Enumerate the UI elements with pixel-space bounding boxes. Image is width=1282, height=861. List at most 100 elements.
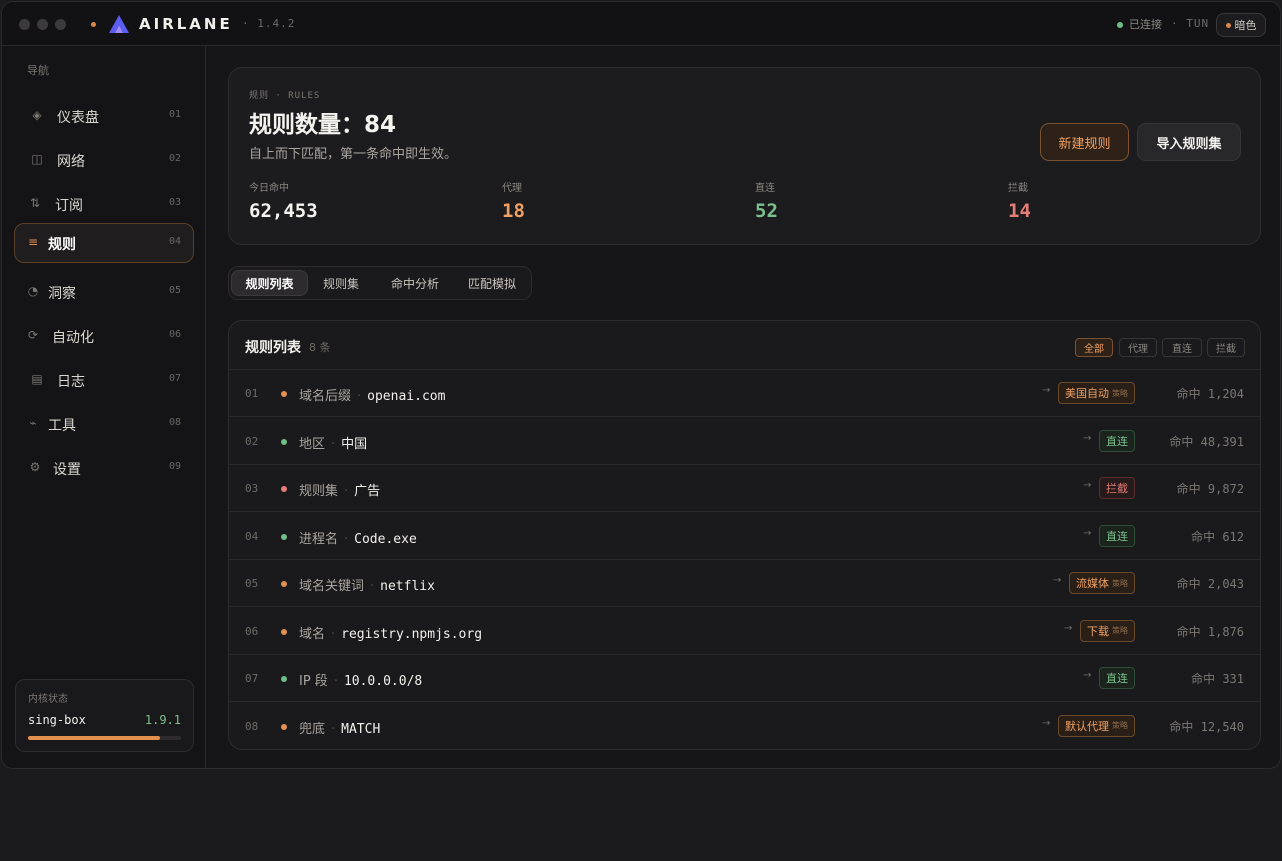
table-row[interactable]: 06 域名 · registry.npmjs.org → 下载 策略 命中 1,876: [229, 608, 1260, 655]
network-icon: ◫: [31, 152, 43, 166]
row-number: 05: [245, 577, 259, 590]
policy-tag-label: 流媒体: [1076, 577, 1109, 590]
filter-chip-3[interactable]: 拦截: [1207, 338, 1245, 357]
sidebar-item-settings[interactable]: ⚙ 设置 09: [14, 448, 194, 488]
sidebar-item-number: 03: [168, 197, 181, 208]
kernel-status-card: 内核状态 sing-box 1.9.1: [15, 679, 194, 752]
page-subtitle: 自上而下匹配，第一条命中即生效。: [249, 147, 458, 162]
kernel-status-title: 内核状态: [28, 694, 68, 705]
rule-value: Code.exe: [354, 531, 417, 547]
sidebar-item-log[interactable]: ▤ 日志 07: [14, 360, 194, 400]
policy-tag[interactable]: 流媒体 策略: [1069, 572, 1135, 594]
sidebar-item-automation[interactable]: ⟳ 自动化 06: [14, 316, 194, 356]
row-status-dot: [281, 676, 287, 682]
table-row[interactable]: 07 IP 段 · 10.0.0.0/8 → 直连 命中 331: [229, 655, 1260, 702]
filter-chip-2[interactable]: 直连: [1162, 338, 1202, 357]
table-row[interactable]: 08 兜底 · MATCH → 默认代理 策略 命中 12,540: [229, 703, 1260, 750]
table-header: 规则列表 8 条 全部 代理 直连 拦截: [229, 321, 1260, 370]
tab-1[interactable]: 规则集: [310, 270, 372, 296]
policy-tag-sub: 策略: [1112, 721, 1128, 730]
row-status-dot: [281, 723, 287, 730]
separator: ·: [370, 579, 375, 594]
policy-tag[interactable]: 默认代理 策略: [1058, 714, 1135, 737]
stat-label: 拦截: [1008, 183, 1028, 194]
hit-count: 命中 331: [1191, 672, 1244, 686]
rule-type: 地区: [299, 436, 326, 452]
table-row[interactable]: 05 域名关键词 · netflix → 流媒体 策略 命中 2,043: [229, 560, 1260, 607]
table-row[interactable]: 03 规则集 · 广告 → 拦截 命中 9,872: [229, 465, 1260, 512]
rule-type: 兜底: [299, 721, 326, 737]
row-status-dot: [281, 533, 287, 540]
rule-match: 域名关键词 · netflix: [299, 575, 435, 594]
stat-label: 今日命中: [249, 183, 289, 194]
import-ruleset-button[interactable]: 导入规则集: [1137, 123, 1241, 161]
policy-tag-label: 直连: [1106, 672, 1128, 685]
filter-chip-0[interactable]: 全部: [1075, 338, 1113, 357]
automation-icon: ⟳: [27, 328, 39, 342]
title-bar: AIRLANE · 1.4.2 已连接 · TUN 暗色: [2, 2, 1280, 46]
row-number: 04: [245, 529, 259, 543]
tab-0[interactable]: 规则列表: [231, 270, 308, 296]
sidebar-item-tools[interactable]: ⌁ 工具 08: [14, 404, 194, 444]
separator: ·: [333, 674, 338, 689]
hit-count: 命中 12,540: [1169, 719, 1244, 734]
stat-label: 直连: [755, 183, 775, 194]
tab-3[interactable]: 匹配模拟: [454, 270, 530, 296]
sidebar-item-label: 设置: [53, 462, 81, 478]
policy-tag-label: 直连: [1106, 529, 1128, 543]
sidebar-item-rules[interactable]: ≡ 规则 04: [14, 223, 194, 263]
theme-toggle-button[interactable]: 暗色: [1216, 13, 1266, 37]
stat-value: 62,453: [249, 200, 318, 222]
rule-value: registry.npmjs.org: [341, 626, 483, 642]
close-window-button[interactable]: [19, 19, 30, 30]
table-row[interactable]: 02 地区 · 中国 → 直连 命中 48,391: [229, 418, 1260, 465]
policy-tag[interactable]: 直连: [1099, 667, 1135, 689]
policy-tag[interactable]: 直连: [1099, 524, 1135, 547]
stat-value: 52: [755, 200, 778, 222]
filter-chip-1[interactable]: 代理: [1119, 338, 1157, 357]
hit-count: 命中 1,204: [1176, 387, 1244, 401]
sidebar-item-dashboard[interactable]: ◈ 仪表盘 01: [14, 96, 194, 136]
sidebar-item-network[interactable]: ◫ 网络 02: [14, 140, 194, 180]
sidebar-item-number: 01: [168, 109, 181, 120]
kernel-progress-fill: [28, 736, 160, 740]
sidebar-item-label: 网络: [57, 154, 85, 170]
rules-table: 规则列表 8 条 全部 代理 直连 拦截 01 域名后缀 · openai.com → 美国自动…: [228, 320, 1261, 750]
sidebar-item-label: 工具: [48, 418, 76, 434]
row-number: 01: [245, 387, 259, 400]
rule-type: 域名后缀: [299, 389, 352, 404]
stat-value: 18: [502, 200, 525, 222]
theme-label: 暗色: [1234, 19, 1257, 32]
row-number: 07: [245, 672, 259, 685]
table-row[interactable]: 01 域名后缀 · openai.com → 美国自动 策略 命中 1,204: [229, 370, 1260, 417]
tab-2[interactable]: 命中分析: [376, 270, 454, 296]
breadcrumb: 规则 · RULES: [249, 91, 321, 101]
stat-3: 拦截 14: [1008, 179, 1031, 222]
maximize-window-button[interactable]: [55, 19, 66, 30]
minimize-window-button[interactable]: [37, 19, 48, 30]
sidebar-item-label: 规则: [48, 237, 76, 253]
policy-tag[interactable]: 拦截: [1099, 477, 1135, 499]
tools-icon: ⌁: [29, 416, 37, 430]
sidebar-item-number: 06: [168, 329, 181, 340]
sidebar-item-number: 02: [168, 153, 181, 164]
rule-type: IP 段: [299, 674, 328, 689]
policy-tag[interactable]: 美国自动 策略: [1058, 382, 1135, 404]
hit-count: 命中 48,391: [1169, 434, 1244, 449]
rule-type: 域名关键词: [299, 579, 365, 594]
sidebar-item-subscription[interactable]: ⇅ 订阅 03: [14, 184, 194, 224]
sidebar-item-number: 07: [168, 373, 181, 384]
dashboard-icon: ◈: [32, 108, 42, 122]
policy-tag[interactable]: 下载 策略: [1080, 619, 1135, 642]
kernel-progress-track: [28, 736, 181, 740]
arrow-right-icon: →: [1053, 575, 1062, 586]
policy-tag-label: 默认代理: [1065, 719, 1109, 733]
kernel-name: sing-box: [28, 713, 86, 727]
policy-tag-label: 拦截: [1106, 482, 1128, 495]
new-rule-button[interactable]: 新建规则: [1040, 123, 1129, 161]
row-status-dot: [281, 628, 287, 635]
policy-tag[interactable]: 直连: [1099, 429, 1135, 452]
sidebar-item-insight[interactable]: ◔ 洞察 05: [14, 272, 194, 312]
rule-value: openai.com: [367, 389, 446, 404]
table-row[interactable]: 04 进程名 · Code.exe → 直连 命中 612: [229, 513, 1260, 560]
